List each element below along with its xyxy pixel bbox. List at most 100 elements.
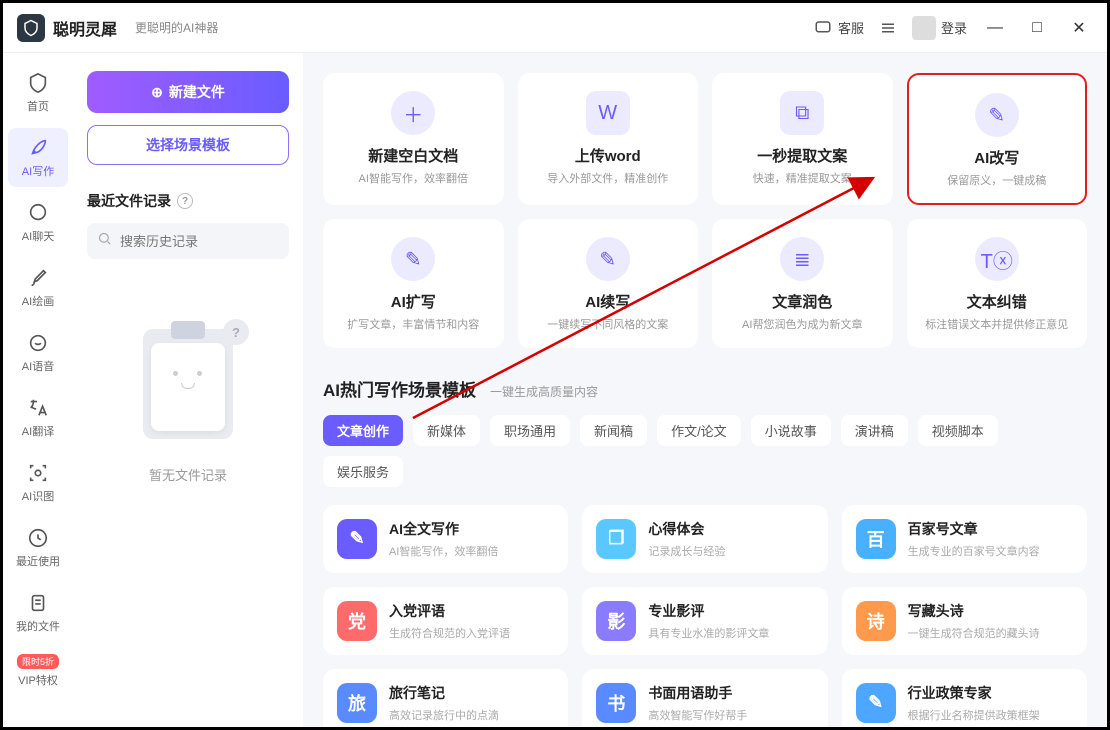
template-card-5[interactable]: 诗 写藏头诗 一键生成符合规范的藏头诗: [842, 587, 1087, 655]
sidebar-item-aichat[interactable]: AI聊天: [8, 193, 68, 252]
sidebar-item-label: AI语音: [22, 358, 54, 374]
tile-subtitle: AI智能写作，效率翻倍: [359, 172, 468, 187]
tab-6[interactable]: 演讲稿: [841, 415, 908, 446]
template-card-3[interactable]: 党 入党评语 生成符合规范的入党评语: [323, 587, 568, 655]
template-icon: 百: [856, 519, 896, 559]
tab-3[interactable]: 新闻稿: [580, 415, 647, 446]
sidebar-item-label: AI绘画: [22, 293, 54, 309]
sidebar-item-vip[interactable]: 限时5折 VIP特权: [8, 648, 68, 696]
sidebar: 首页 AI写作 AI聊天 AI绘画 AI语音 AI翻译: [3, 53, 73, 727]
tile-title: AI扩写: [391, 291, 436, 312]
feature-tile-3[interactable]: ✎ AI改写 保留原义，一键成稿: [907, 73, 1088, 205]
feature-tile-grid: ＋ 新建空白文档 AI智能写作，效率翻倍W 上传word 导入外部文件，精准创作…: [323, 73, 1087, 348]
template-title: 心得体会: [648, 519, 725, 539]
sidebar-item-aitranslate[interactable]: AI翻译: [8, 388, 68, 447]
template-title: 专业影评: [648, 601, 769, 621]
choose-template-label: 选择场景模板: [146, 135, 230, 155]
empty-illustration: ?: [133, 319, 243, 449]
sidebar-item-label: 我的文件: [16, 618, 60, 634]
help-icon[interactable]: ?: [177, 193, 193, 209]
template-subtitle: 根据行业名称提供政策框架: [908, 707, 1040, 723]
template-card-1[interactable]: ❐ 心得体会 记录成长与经验: [582, 505, 827, 573]
template-card-7[interactable]: 书 书面用语助手 高效智能写作好帮手: [582, 669, 827, 727]
login-button[interactable]: 登录: [912, 16, 967, 40]
section-subtitle: 一键生成高质量内容: [490, 383, 598, 400]
app-name: 聪明灵犀: [53, 16, 117, 40]
feature-tile-1[interactable]: W 上传word 导入外部文件，精准创作: [518, 73, 699, 205]
search-box[interactable]: [87, 223, 289, 259]
template-subtitle: AI智能写作，效率翻倍: [389, 543, 498, 559]
feature-tile-4[interactable]: ✎ AI扩写 扩写文章，丰富情节和内容: [323, 219, 504, 347]
new-file-button[interactable]: ⊕ 新建文件: [87, 71, 289, 113]
choose-template-button[interactable]: 选择场景模板: [87, 125, 289, 165]
sidebar-item-label: AI识图: [22, 488, 54, 504]
feature-tile-0[interactable]: ＋ 新建空白文档 AI智能写作，效率翻倍: [323, 73, 504, 205]
template-subtitle: 高效智能写作好帮手: [648, 707, 747, 723]
section-title: AI热门写作场景模板: [323, 376, 476, 401]
sidebar-item-aivoice[interactable]: AI语音: [8, 323, 68, 382]
tile-title: 文章润色: [772, 291, 832, 312]
search-input[interactable]: [120, 234, 296, 249]
sidebar-item-label: AI写作: [22, 163, 54, 179]
template-title: 写藏头诗: [908, 601, 1040, 621]
template-card-6[interactable]: 旅 旅行笔记 高效记录旅行中的点滴: [323, 669, 568, 727]
template-subtitle: 具有专业水准的影评文章: [648, 625, 769, 641]
template-icon: 诗: [856, 601, 896, 641]
template-icon: 旅: [337, 683, 377, 723]
sidebar-item-aidraw[interactable]: AI绘画: [8, 258, 68, 317]
template-subtitle: 生成专业的百家号文章内容: [908, 543, 1040, 559]
sidebar-item-home[interactable]: 首页: [8, 63, 68, 122]
template-title: AI全文写作: [389, 519, 498, 539]
avatar-icon: [912, 16, 936, 40]
empty-text: 暂无文件记录: [149, 465, 227, 484]
template-icon: 书: [596, 683, 636, 723]
sidebar-item-aiwrite[interactable]: AI写作: [8, 128, 68, 187]
tile-subtitle: 快速，精准提取文案: [753, 172, 852, 187]
feature-tile-6[interactable]: ≣ 文章润色 AI帮您润色为成为新文章: [712, 219, 893, 347]
template-icon: 影: [596, 601, 636, 641]
tab-7[interactable]: 视频脚本: [918, 415, 998, 446]
tile-icon: ⧉: [780, 91, 824, 135]
minimize-button[interactable]: —: [981, 14, 1009, 42]
tab-2[interactable]: 职场通用: [490, 415, 570, 446]
tab-0[interactable]: 文章创作: [323, 415, 403, 446]
new-file-label: 新建文件: [169, 82, 225, 102]
maximize-button[interactable]: □: [1023, 14, 1051, 42]
template-icon: ✎: [337, 519, 377, 559]
menu-button[interactable]: [878, 18, 898, 38]
file-icon: [26, 591, 50, 615]
tab-5[interactable]: 小说故事: [751, 415, 831, 446]
tile-title: 一秒提取文案: [757, 145, 847, 166]
template-title: 行业政策专家: [908, 683, 1040, 703]
sidebar-item-label: 首页: [27, 98, 49, 114]
template-title: 入党评语: [389, 601, 510, 621]
tab-8[interactable]: 娱乐服务: [323, 456, 403, 487]
template-grid: ✎ AI全文写作 AI智能写作，效率翻倍 ❐ 心得体会 记录成长与经验 百 百家…: [323, 505, 1087, 727]
scan-icon: [26, 461, 50, 485]
section-heading: AI热门写作场景模板 一键生成高质量内容: [323, 376, 1087, 401]
tile-title: 上传word: [575, 145, 641, 166]
template-card-4[interactable]: 影 专业影评 具有专业水准的影评文章: [582, 587, 827, 655]
tile-icon: Tⓧ: [975, 237, 1019, 281]
feature-tile-2[interactable]: ⧉ 一秒提取文案 快速，精准提取文案: [712, 73, 893, 205]
template-card-0[interactable]: ✎ AI全文写作 AI智能写作，效率翻倍: [323, 505, 568, 573]
sidebar-item-myfiles[interactable]: 我的文件: [8, 583, 68, 642]
template-card-2[interactable]: 百 百家号文章 生成专业的百家号文章内容: [842, 505, 1087, 573]
tile-icon: ✎: [391, 237, 435, 281]
clock-icon: [26, 526, 50, 550]
tab-4[interactable]: 作文/论文: [657, 415, 741, 446]
titlebar: 聪明灵犀 更聪明的AI神器 客服 登录 — □ ✕: [3, 3, 1107, 53]
feature-tile-7[interactable]: Tⓧ 文本纠错 标注错误文本并提供修正意见: [907, 219, 1088, 347]
template-card-8[interactable]: ✎ 行业政策专家 根据行业名称提供政策框架: [842, 669, 1087, 727]
recent-files-heading: 最近文件记录 ?: [87, 191, 289, 211]
sidebar-item-aiocr[interactable]: AI识图: [8, 453, 68, 512]
service-button[interactable]: 客服: [813, 18, 864, 38]
sidebar-item-recent[interactable]: 最近使用: [8, 518, 68, 577]
search-icon: [97, 231, 112, 251]
tile-icon: ✎: [975, 93, 1019, 137]
translate-icon: [26, 396, 50, 420]
sidebar-item-label: VIP特权: [18, 672, 58, 688]
close-button[interactable]: ✕: [1065, 14, 1093, 42]
feature-tile-5[interactable]: ✎ AI续写 一键续写不同风格的文案: [518, 219, 699, 347]
tab-1[interactable]: 新媒体: [413, 415, 480, 446]
